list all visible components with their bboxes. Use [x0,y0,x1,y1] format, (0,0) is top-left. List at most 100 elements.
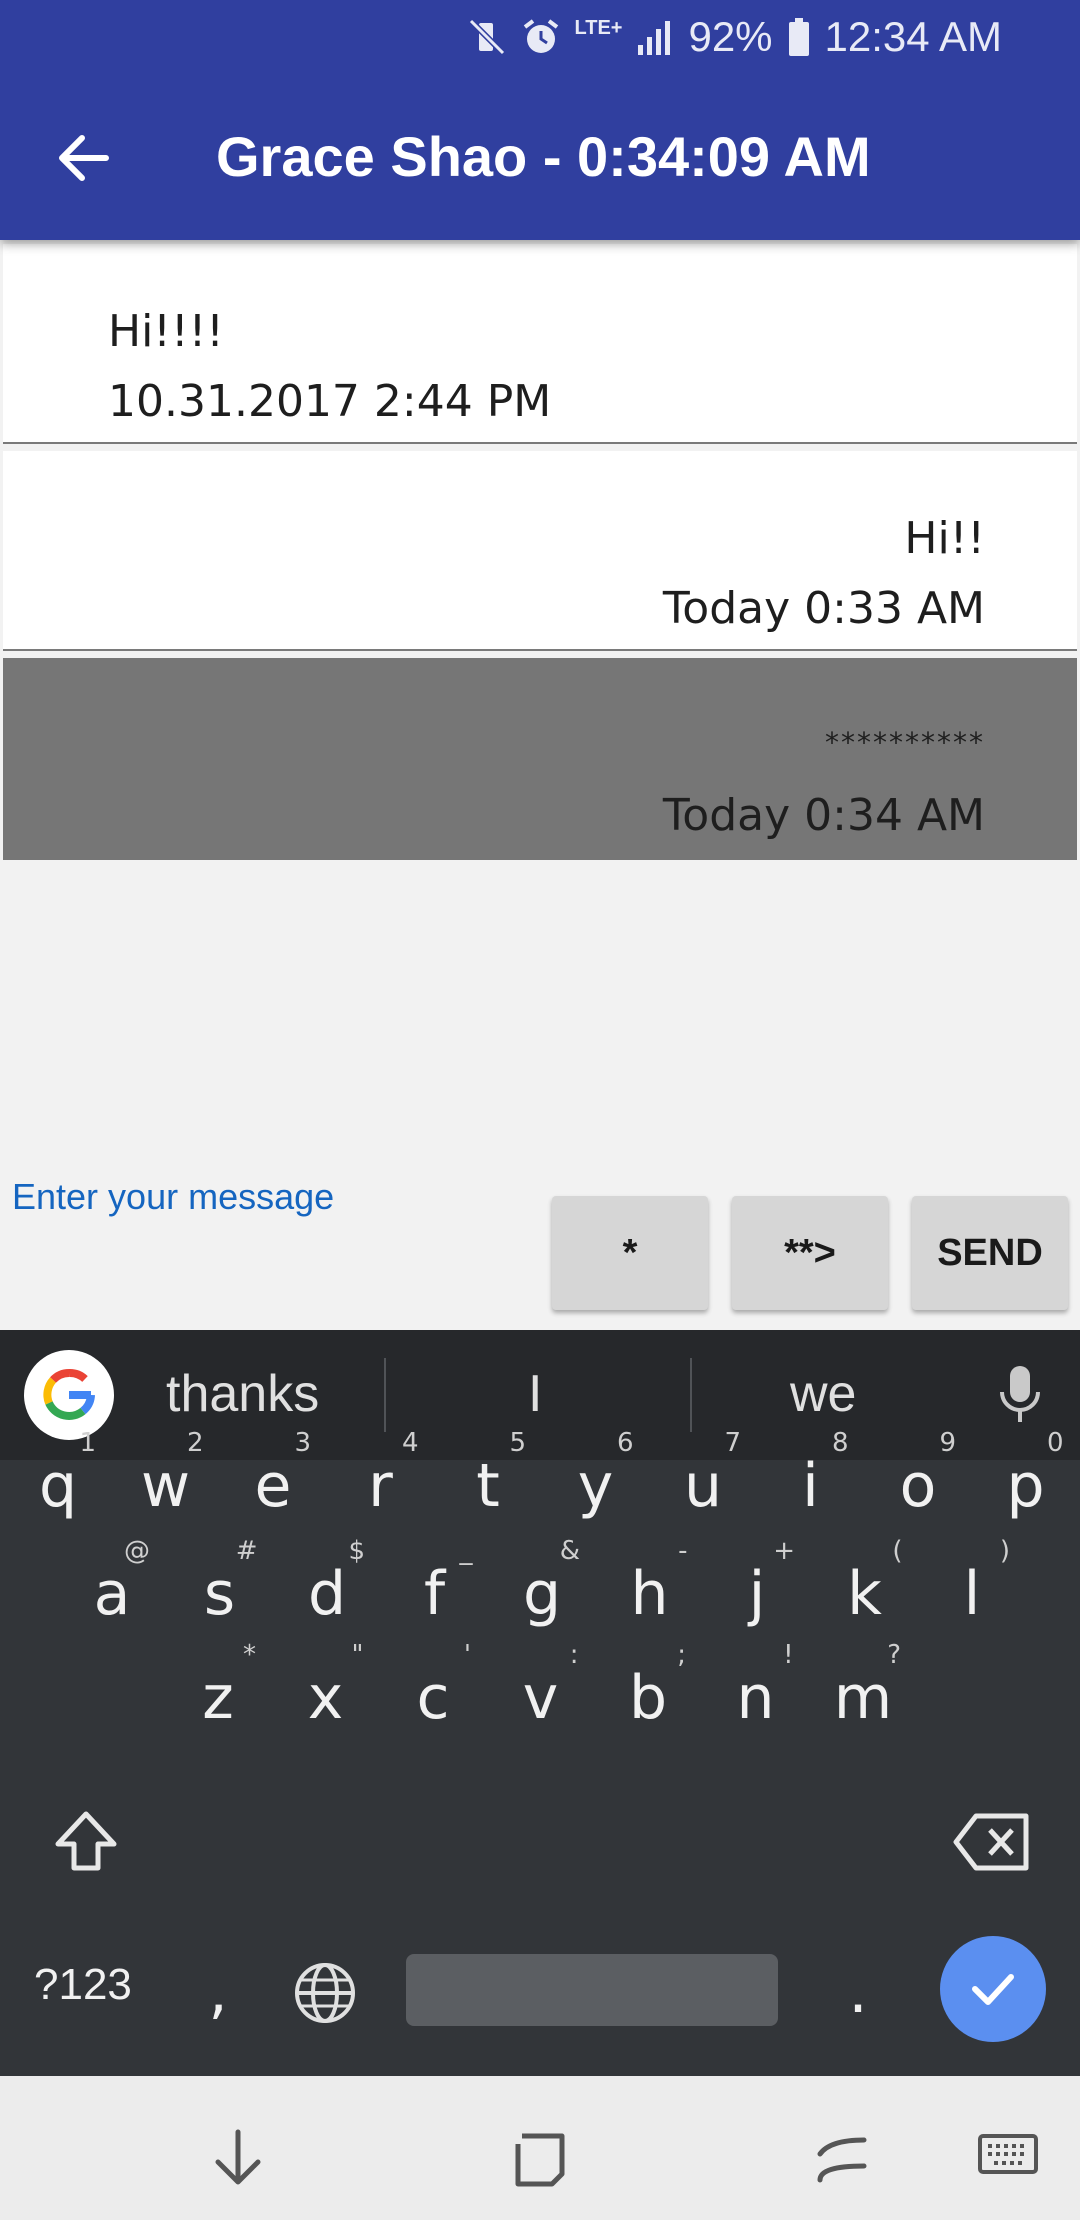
message-text: Hi!!!! [108,306,224,357]
key-p[interactable]: p0 [976,1428,1076,1536]
message-time: 10.31.2017 2:44 PM [108,376,552,427]
spacebar[interactable] [406,1954,778,2026]
key-label: l [963,1559,981,1629]
battery-icon [788,18,809,56]
key-q[interactable]: q1 [8,1428,108,1536]
key-label: t [476,1451,500,1521]
key-o[interactable]: o9 [868,1428,968,1536]
back-nav-icon[interactable] [810,2126,874,2190]
divider [384,1358,386,1432]
key-hint: 1 [79,1428,96,1458]
microphone-icon[interactable] [996,1360,1044,1430]
key-hint: ? [887,1640,901,1670]
key-f[interactable]: f _ [385,1536,485,1644]
message-time: Today 0:34 AM [662,790,985,841]
key-hint: 9 [939,1428,956,1458]
key-e[interactable]: e3 [223,1428,323,1536]
back-button[interactable] [52,126,116,190]
arrow-back-icon [59,135,109,181]
done-button[interactable] [940,1936,1046,2042]
key-z[interactable]: z * [168,1640,268,1748]
key-label: h [630,1559,669,1629]
shift-icon[interactable] [50,1806,122,1878]
star-button[interactable]: * [552,1196,708,1310]
key-hint: 6 [616,1428,634,1458]
key-x[interactable]: x " [276,1640,376,1748]
recents-icon[interactable] [508,2126,572,2190]
key-label: e [254,1451,292,1521]
backspace-icon[interactable] [952,1810,1032,1874]
key-l[interactable]: l) [922,1536,1022,1644]
key-hint: 8 [831,1428,849,1458]
key-label: g [522,1559,562,1629]
message-item[interactable]: Hi!!!! 10.31.2017 2:44 PM [3,244,1077,444]
key-hint: ' [463,1640,471,1670]
key-t[interactable]: t5 [438,1428,538,1536]
send-button[interactable]: SEND [912,1196,1068,1310]
hide-keyboard-icon[interactable] [206,2126,270,2190]
key-label: n [736,1663,775,1733]
keyboard-switch-icon[interactable] [976,2126,1040,2190]
comma-key[interactable]: , [168,1942,268,2042]
divider [690,1358,692,1432]
key-label: o [899,1451,937,1521]
key-y[interactable]: y6 [546,1428,646,1536]
key-hint: 2 [186,1428,204,1458]
suggestion-2[interactable]: I [528,1364,542,1424]
message-text: ********** [825,726,985,759]
lte-label: LTE+ [574,16,623,39]
suggestion-1[interactable]: thanks [166,1364,319,1424]
key-label: f [423,1559,446,1629]
key-hint: & [559,1536,580,1566]
status-bar: LTE+ 92% 12:34 AM [467,12,1002,62]
key-k[interactable]: k( [815,1536,915,1644]
key-u[interactable]: u7 [653,1428,753,1536]
globe-icon[interactable] [292,1960,358,2026]
key-label: i [802,1451,819,1521]
message-item[interactable]: Hi!! Today 0:33 AM [3,451,1077,651]
keyboard: thanks I we q 1 w 2 e 3 r 4 t 5 y 6 u 7 i 8 o 9 p 0 a @ s # d $ f _… [0,1330,1080,2076]
key-hint: - [678,1536,688,1566]
key-hint: ; [677,1640,686,1670]
message-time: Today 0:33 AM [662,583,985,634]
symbols-key[interactable]: ?123 [34,1960,132,2010]
key-n[interactable]: n! [706,1640,806,1748]
double-star-button[interactable]: **> [732,1196,888,1310]
key-hint: _ [459,1536,473,1566]
mute-vibrate-icon [468,18,505,56]
key-h[interactable]: h- [600,1536,700,1644]
key-a[interactable]: a @ [62,1536,162,1644]
message-text: Hi!! [904,513,985,564]
message-item[interactable]: ********** Today 0:34 AM [3,658,1077,860]
period-key[interactable]: . [808,1942,908,2042]
key-hint: @ [124,1536,150,1566]
key-s[interactable]: s # [170,1536,270,1644]
key-label: d [307,1559,347,1629]
checkmark-icon [972,1974,1014,2005]
key-label: j [748,1559,766,1629]
key-d[interactable]: d $ [277,1536,377,1644]
key-hint: * [243,1640,256,1670]
key-w[interactable]: w2 [116,1428,216,1536]
key-label: r [368,1451,393,1521]
google-icon[interactable] [24,1350,114,1440]
key-label: w [140,1451,191,1521]
key-m[interactable]: m? [813,1640,913,1748]
key-c[interactable]: c ' [383,1640,483,1748]
key-label: k [847,1559,882,1629]
key-label: m [833,1663,893,1733]
key-j[interactable]: j + [707,1536,807,1644]
key-label: u [683,1451,723,1521]
key-r[interactable]: r4 [331,1428,431,1536]
key-label: p [1006,1451,1045,1521]
clock: 12:34 AM [824,13,1002,60]
key-b[interactable]: b; [598,1640,698,1748]
message-input[interactable]: Enter your message [12,1176,334,1218]
key-i[interactable]: i8 [761,1428,861,1536]
key-v[interactable]: v: [491,1640,591,1748]
key-hint: # [235,1536,258,1566]
key-label: q [38,1451,78,1521]
key-hint: ) [999,1536,1010,1566]
key-g[interactable]: g & [492,1536,592,1644]
suggestion-3[interactable]: we [790,1364,856,1424]
